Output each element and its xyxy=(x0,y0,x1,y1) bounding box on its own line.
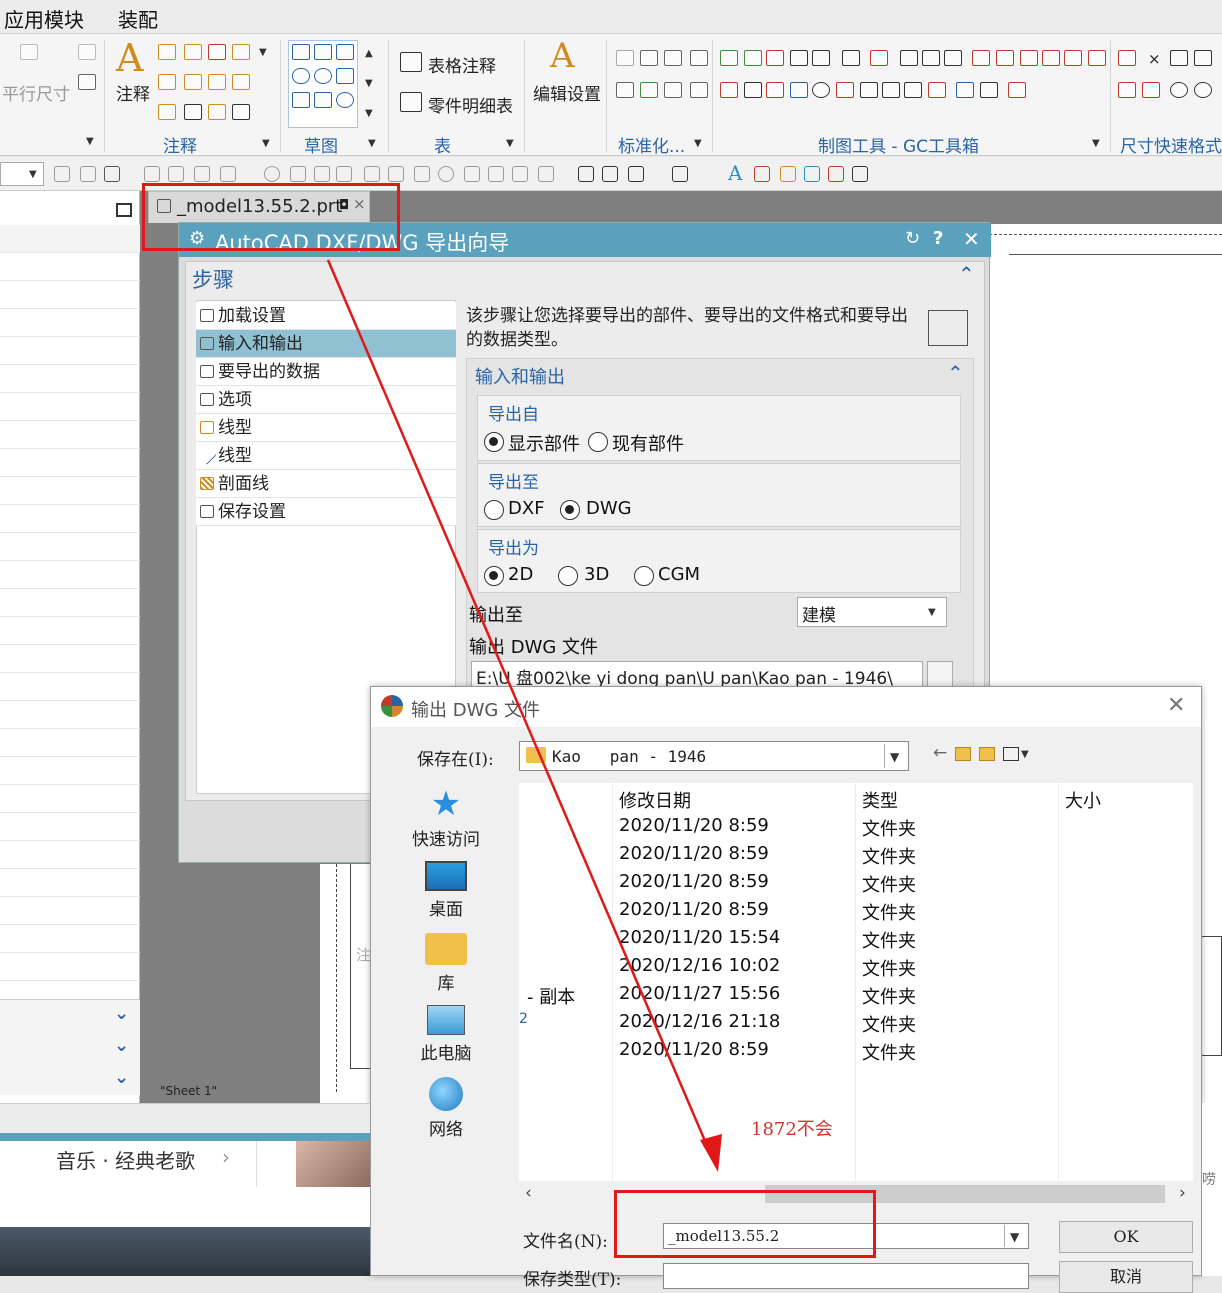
arrow-head xyxy=(700,1134,722,1172)
arrow-line xyxy=(326,259,716,1163)
annotation-arrow xyxy=(326,259,722,1172)
